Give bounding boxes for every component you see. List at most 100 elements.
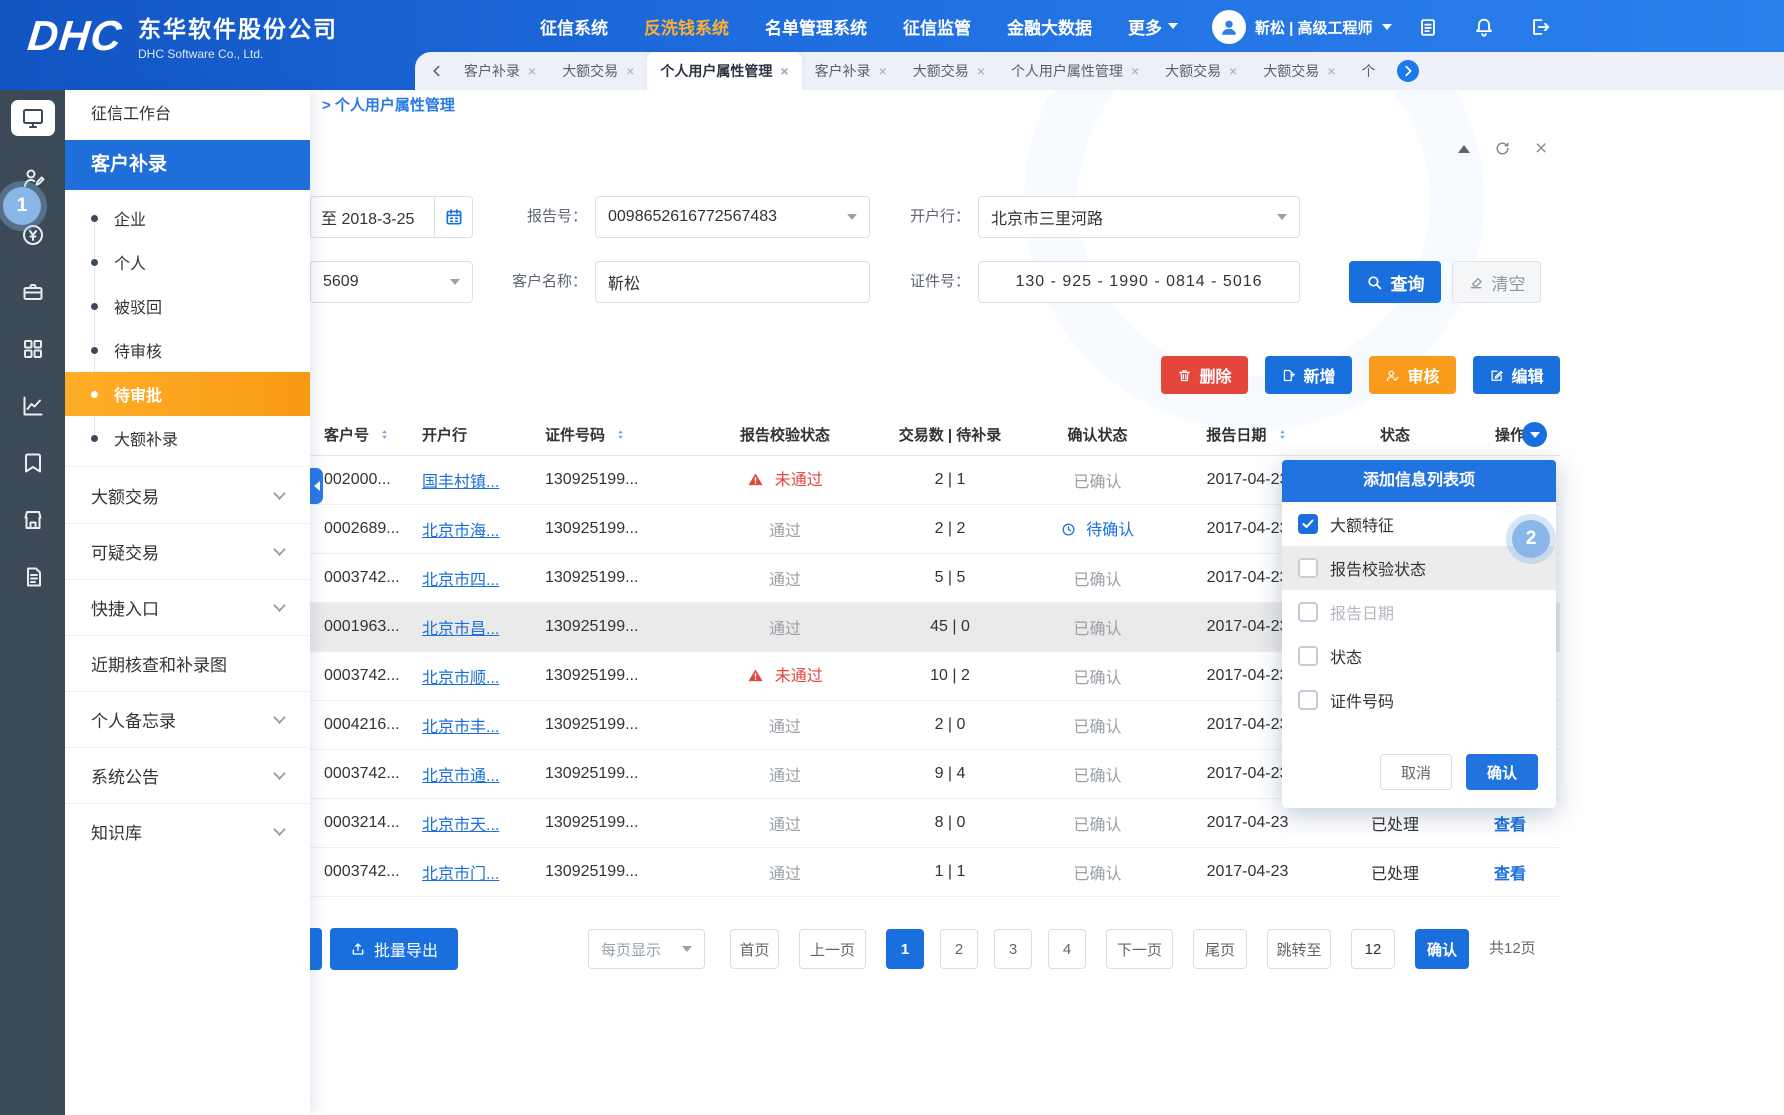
delete-button[interactable]: 删除 — [1161, 356, 1248, 394]
customer-no-select[interactable]: 5609 — [310, 261, 473, 303]
hidden-button-stub[interactable] — [310, 928, 322, 970]
tab[interactable]: 客户补录 × — [451, 52, 549, 90]
menu-section[interactable]: 可疑交易 — [65, 523, 310, 579]
checkbox[interactable] — [1298, 646, 1318, 666]
tab-close-icon[interactable]: × — [1229, 64, 1237, 78]
view-link[interactable]: 查看 — [1494, 866, 1526, 883]
page-number-button[interactable]: 3 — [994, 929, 1032, 969]
checkbox[interactable] — [1298, 514, 1318, 534]
column-header[interactable]: 交易数 | 待补录 — [870, 414, 1030, 455]
column-header[interactable]: 证件号码 — [545, 414, 700, 455]
menu-sub-item[interactable]: 被驳回 — [65, 284, 310, 328]
monitor-icon[interactable] — [11, 100, 55, 136]
tab-scroll-left-icon[interactable] — [425, 60, 447, 82]
report-no-select[interactable]: 0098652616772567483 — [595, 196, 870, 238]
sort-icon[interactable] — [1276, 428, 1289, 445]
bank-link[interactable]: 北京市顺... — [422, 670, 499, 687]
menu-section[interactable]: 大额交易 — [65, 467, 310, 523]
bank-link[interactable]: 北京市门... — [422, 866, 499, 883]
column-settings-dropdown[interactable] — [1522, 422, 1547, 447]
tab-close-icon[interactable]: × — [780, 64, 788, 78]
sort-icon[interactable] — [378, 428, 391, 445]
column-option[interactable]: 状态 — [1282, 634, 1556, 678]
bank-select[interactable]: 北京市三里河路 — [978, 196, 1300, 238]
tab[interactable]: 大额交易 × — [1250, 52, 1348, 90]
bank-link[interactable]: 国丰村镇... — [422, 474, 499, 491]
bank-link[interactable]: 北京市昌... — [422, 621, 499, 638]
column-header[interactable]: 开户行 — [422, 414, 545, 455]
bank-link[interactable]: 北京市丰... — [422, 719, 499, 736]
popup-cancel-button[interactable]: 取消 — [1380, 754, 1452, 790]
menu-sub-item[interactable]: 个人 — [65, 240, 310, 284]
checkbox[interactable] — [1298, 558, 1318, 578]
menu-section[interactable]: 近期核查和补录图 — [65, 635, 310, 691]
bell-icon[interactable] — [1472, 15, 1496, 39]
calendar-icon[interactable] — [434, 197, 472, 237]
menu-item-customer-supplement[interactable]: 客户补录 — [65, 140, 310, 190]
tab-close-icon[interactable]: × — [977, 64, 985, 78]
user-menu[interactable]: 靳松 | 高级工程师 — [1212, 9, 1392, 45]
chart-icon[interactable] — [18, 391, 48, 421]
tab-close-icon[interactable]: × — [528, 64, 536, 78]
tab[interactable]: 个人用户属性管理 × — [647, 52, 801, 90]
column-header[interactable]: 报告日期 — [1165, 414, 1330, 455]
add-button[interactable]: 新增 — [1265, 356, 1352, 394]
topnav-item[interactable]: 金融大数据 — [1007, 14, 1092, 39]
view-link[interactable]: 查看 — [1494, 817, 1526, 834]
edit-button[interactable]: 编辑 — [1473, 356, 1560, 394]
bank-link[interactable]: 北京市四... — [422, 572, 499, 589]
audit-button[interactable]: 审核 — [1369, 356, 1456, 394]
table-row[interactable]: 0003742... 北京市门... 130925199... 通过 1 | 1… — [310, 847, 1560, 896]
jump-to-button[interactable]: 跳转至 — [1267, 929, 1331, 969]
menu-sub-item[interactable]: 大额补录 — [65, 416, 310, 460]
menu-section[interactable]: 快捷入口 — [65, 579, 310, 635]
menu-section[interactable]: 系统公告 — [65, 747, 310, 803]
briefcase-icon[interactable] — [18, 277, 48, 307]
query-button[interactable]: 查询 — [1349, 261, 1441, 303]
date-to-field[interactable]: 至 2018-3-25 — [310, 196, 473, 238]
jump-page-input[interactable] — [1351, 929, 1395, 969]
column-header[interactable]: 确认状态 — [1030, 414, 1165, 455]
topnav-item[interactable]: 更多 — [1128, 14, 1178, 39]
column-option[interactable]: 报告校验状态 — [1282, 546, 1556, 590]
menu-sub-item[interactable]: 待审批 — [65, 372, 310, 416]
logout-icon[interactable] — [1528, 15, 1552, 39]
topnav-item[interactable]: 反洗钱系统 — [644, 14, 729, 39]
menu-collapse-handle[interactable] — [310, 468, 323, 504]
close-panel-icon[interactable]: × — [1535, 138, 1547, 159]
menu-sub-item[interactable]: 企业 — [65, 196, 310, 240]
tab[interactable]: 个人用户属性管理 × — [998, 52, 1152, 90]
clear-button[interactable]: 清空 — [1452, 261, 1541, 303]
id-number-field[interactable]: 130 - 925 - 1990 - 0814 - 5016 — [978, 261, 1300, 303]
column-header[interactable]: 报告校验状态 — [700, 414, 870, 455]
last-page-button[interactable]: 尾页 — [1193, 929, 1247, 969]
page-number-button[interactable]: 4 — [1048, 929, 1086, 969]
first-page-button[interactable]: 首页 — [730, 929, 779, 969]
bookmark-icon[interactable] — [18, 448, 48, 478]
tab[interactable]: 大额交易 × — [549, 52, 647, 90]
next-page-button[interactable]: 下一页 — [1106, 929, 1173, 969]
tab-close-icon[interactable]: × — [1131, 64, 1139, 78]
menu-sub-item[interactable]: 待审核 — [65, 328, 310, 372]
topnav-item[interactable]: 征信监管 — [903, 14, 971, 39]
bank-link[interactable]: 北京市海... — [422, 523, 499, 540]
tab-close-icon[interactable]: × — [626, 64, 634, 78]
page-number-button[interactable]: 2 — [940, 929, 978, 969]
topnav-item[interactable]: 征信系统 — [540, 14, 608, 39]
bank-link[interactable]: 北京市天... — [422, 817, 499, 834]
customer-name-input[interactable] — [595, 261, 870, 303]
batch-export-button[interactable]: 批量导出 — [330, 928, 458, 970]
tab-scroll-right-icon[interactable] — [1397, 60, 1419, 82]
popup-confirm-button[interactable]: 确认 — [1466, 754, 1538, 790]
tab-close-icon[interactable]: × — [879, 64, 887, 78]
checkbox[interactable] — [1298, 602, 1318, 622]
checkbox[interactable] — [1298, 690, 1318, 710]
column-option[interactable]: 证件号码 — [1282, 678, 1556, 722]
clipboard-icon[interactable] — [1416, 15, 1440, 39]
per-page-select[interactable]: 每页显示 — [588, 929, 705, 969]
prev-page-button[interactable]: 上一页 — [799, 929, 866, 969]
store-icon[interactable] — [18, 505, 48, 535]
refresh-icon[interactable] — [1494, 140, 1511, 157]
column-option[interactable]: 报告日期 — [1282, 590, 1556, 634]
page-number-button[interactable]: 1 — [886, 929, 924, 969]
